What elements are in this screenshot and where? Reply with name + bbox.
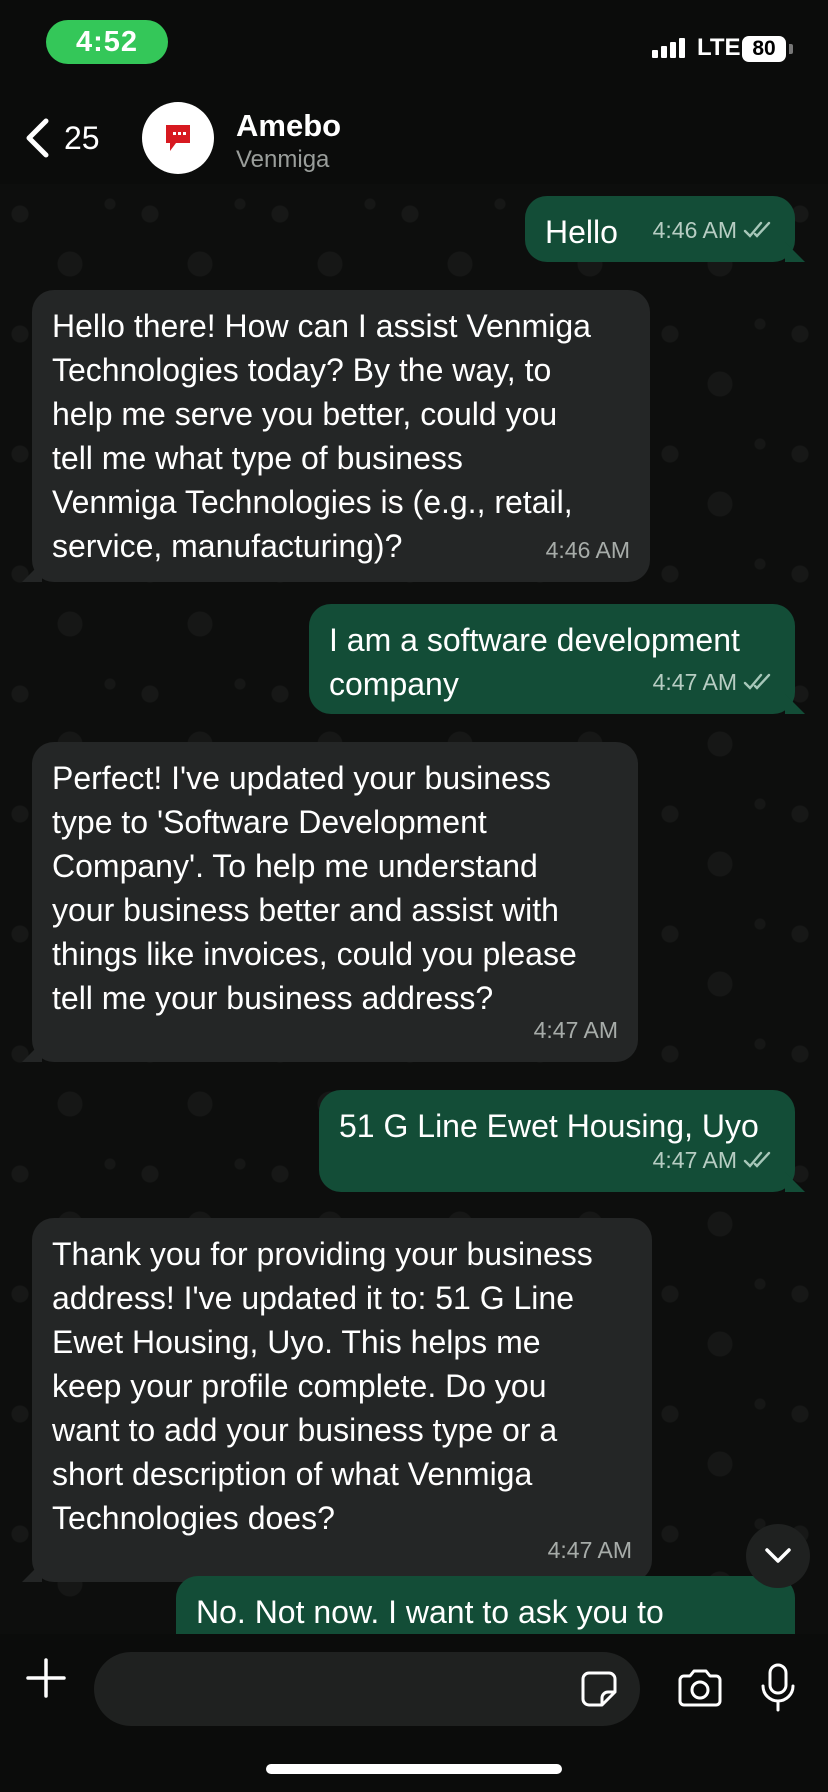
message-time: 4:46 AM [652,217,737,243]
camera-icon[interactable] [676,1668,724,1708]
contact-subtitle: Venmiga [236,146,330,173]
microphone-icon[interactable] [758,1662,798,1714]
double-check-icon [743,221,771,238]
message-time: 4:47 AM [533,1017,618,1043]
unread-count: 25 [64,119,100,156]
double-check-icon [743,673,771,690]
logo-icon [166,125,190,151]
chevron-down-icon [765,1548,791,1563]
double-check-icon [743,1151,771,1168]
battery-icon: 80 [742,36,786,62]
signal-icon [652,38,685,58]
status-time: 4:52 [46,20,168,64]
message-time: 4:47 AM [652,669,737,695]
message-text: Perfect! I've updated your business type… [52,760,577,1016]
message-text: Thank you for providing your business ad… [52,1236,593,1536]
sticker-icon[interactable] [580,1670,618,1708]
scroll-down-button[interactable] [746,1524,810,1588]
message-bubble[interactable]: 51 G Line Ewet Housing, Uyo 4:47 AM [319,1090,805,1192]
bubble-tail [785,242,805,262]
contact-name[interactable]: Amebo [236,108,341,144]
message-meta: 4:47 AM [548,1528,632,1572]
message-bubble[interactable]: No. Not now. I want to ask you to [176,1576,795,1634]
bubble-tail [785,694,805,714]
message-list[interactable]: Hello 4:46 AM Hello there! How can I ass… [0,184,828,1634]
bubble-tail [22,1042,42,1062]
battery-tip [789,44,793,54]
message-time: 4:47 AM [652,1147,737,1173]
network-label: LTE [697,34,741,61]
message-time: 4:47 AM [547,1537,632,1563]
message-meta: 4:47 AM [653,660,775,704]
composer-bar [0,1634,828,1792]
back-button[interactable]: 25 [24,118,100,158]
message-meta: 4:47 AM [534,1008,618,1052]
chevron-left-icon [26,118,49,158]
message-meta: 4:46 AM [546,528,630,572]
bubble-tail [785,1172,805,1192]
message-meta: 4:46 AM [653,208,775,252]
bubble-tail [22,562,42,582]
avatar[interactable] [142,102,214,174]
message-time: 4:46 AM [545,537,630,563]
message-text: Hello there! How can I assist Venmiga Te… [52,308,591,564]
status-bar: 4:52 LTE 80 [0,0,828,90]
home-indicator [266,1764,562,1774]
message-text: No. Not now. I want to ask you to [196,1594,664,1630]
message-bubble[interactable]: Hello 4:46 AM [525,196,805,262]
plus-icon[interactable] [24,1656,68,1700]
message-bubble[interactable]: I am a software development company 4:47… [309,604,805,714]
chat-header: 25 Amebo Venmiga [0,90,828,184]
message-meta: 4:47 AM [653,1138,775,1182]
message-bubble[interactable]: Hello there! How can I assist Venmiga Te… [22,290,650,582]
message-bubble[interactable]: Thank you for providing your business ad… [22,1218,652,1582]
bubble-tail [22,1562,42,1582]
message-input[interactable] [94,1652,640,1726]
message-bubble[interactable]: Perfect! I've updated your business type… [22,742,638,1062]
